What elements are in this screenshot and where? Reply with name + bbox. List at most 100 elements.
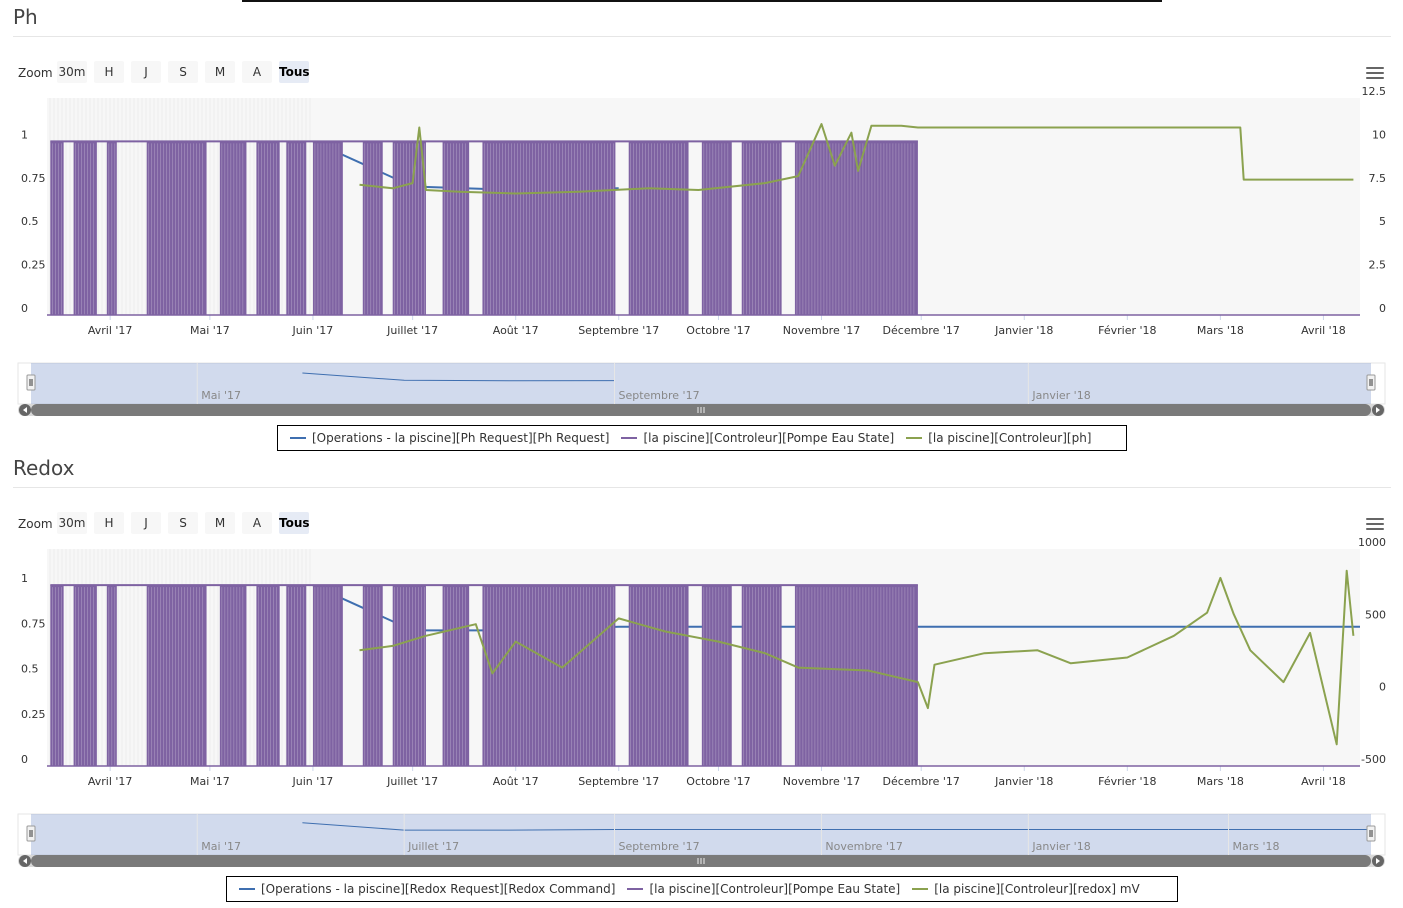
pump-on-block	[146, 585, 207, 766]
x-tick-label: Juillet '17	[386, 324, 438, 337]
navigator-label: Novembre '17	[825, 840, 903, 853]
ph-chart-panel: Ph Zoom 30m H J S M A Tous Avril '17 Mai '17 Jui…	[0, 0, 1403, 451]
x-tick-label: Octobre '17	[686, 324, 750, 337]
x-tick-label: Mai '17	[190, 775, 230, 788]
x-tick-label: Mai '17	[190, 324, 230, 337]
legend-item[interactable]: [la piscine][Controleur][redox] mV	[912, 882, 1140, 896]
legend-swatch-icon	[290, 437, 306, 439]
navigator-right-handle[interactable]	[1366, 374, 1376, 391]
pump-on-block	[442, 141, 470, 315]
y-right-tick-label: 2.5	[1369, 259, 1387, 272]
legend-item[interactable]: [la piscine][Controleur][Pompe Eau State…	[621, 431, 894, 445]
x-tick-label: Novembre '17	[783, 775, 861, 788]
x-tick-label: Avril '17	[88, 324, 133, 337]
ph-chart-svg: Avril '17 Mai '17 Juin '17 Juillet '17 Août …	[17, 85, 1387, 416]
x-tick-label: Avril '18	[1301, 775, 1346, 788]
x-tick-label: Août '17	[493, 775, 539, 788]
x-tick-label: Juillet '17	[386, 775, 438, 788]
y-left-tick-label: 0.5	[21, 215, 39, 228]
y-right-tick-label: 5	[1379, 215, 1386, 228]
pump-on-block	[794, 585, 918, 766]
redox-chart-svg: Avril '17 Mai '17 Juin '17 Juillet '17 Août …	[17, 536, 1386, 867]
pump-on-block	[701, 141, 732, 315]
pump-on-block	[628, 585, 689, 766]
x-tick-label: Décembre '17	[883, 775, 960, 788]
x-tick-label: Février '18	[1098, 775, 1156, 788]
legend-label: [la piscine][Controleur][Pompe Eau State…	[649, 882, 901, 896]
scroll-right-arrow-icon[interactable]	[1372, 855, 1384, 867]
y-left-tick-label: 0.75	[21, 172, 46, 185]
pump-on-block	[701, 585, 732, 766]
x-tick-label: Octobre '17	[686, 775, 750, 788]
scroll-left-arrow-icon[interactable]	[19, 404, 31, 416]
y-left-tick-label: 1	[21, 572, 28, 585]
x-tick-label: Novembre '17	[783, 324, 861, 337]
navigator-label: Mai '17	[201, 840, 241, 853]
navigator-label: Juillet '17	[407, 840, 459, 853]
y-right-tick-label: 12.5	[1362, 85, 1387, 98]
legend-label: [la piscine][Controleur][Pompe Eau State…	[643, 431, 895, 445]
navigator-left-handle[interactable]	[26, 825, 36, 842]
legend-label: [la piscine][Controleur][ph]	[928, 431, 1092, 445]
pump-on-block	[442, 585, 470, 766]
x-tick-label: Janvier '18	[994, 775, 1053, 788]
pump-on-block	[794, 141, 918, 315]
x-tick-label: Juin '17	[292, 324, 334, 337]
legend-swatch-icon	[239, 888, 255, 890]
scroll-left-arrow-icon[interactable]	[19, 855, 31, 867]
y-right-tick-label: 1000	[1358, 536, 1386, 549]
legend: [Operations - la piscine][Redox Request]…	[226, 876, 1178, 902]
legend-item[interactable]: [Operations - la piscine][Redox Request]…	[239, 882, 615, 896]
y-left-tick-label: 1	[21, 128, 28, 141]
y-left-tick-label: 0.25	[21, 708, 46, 721]
legend-label: [Operations - la piscine][Ph Request][Ph…	[312, 431, 610, 445]
x-tick-label: Août '17	[493, 324, 539, 337]
y-right-tick-label: 0	[1379, 302, 1386, 315]
x-tick-label: Mars '18	[1197, 775, 1244, 788]
y-left-tick-label: 0	[21, 302, 28, 315]
x-tick-label: Septembre '17	[578, 775, 659, 788]
y-left-tick-label: 0.75	[21, 617, 46, 630]
y-right-tick-label: 7.5	[1369, 172, 1387, 185]
x-tick-label: Avril '18	[1301, 324, 1346, 337]
x-tick-label: Septembre '17	[578, 324, 659, 337]
navigator-label: Janvier '18	[1031, 840, 1090, 853]
navigator-right-handle[interactable]	[1366, 825, 1376, 842]
legend-item[interactable]: [la piscine][Controleur][Pompe Eau State…	[627, 882, 900, 896]
pump-on-block	[219, 141, 247, 315]
legend-swatch-icon	[912, 888, 929, 890]
navigator-label: Mai '17	[201, 389, 241, 402]
y-left-tick-label: 0	[21, 753, 28, 766]
x-tick-label: Décembre '17	[883, 324, 960, 337]
legend-item[interactable]: [la piscine][Controleur][ph]	[906, 431, 1092, 445]
legend-swatch-icon	[627, 888, 644, 890]
pump-on-block	[628, 141, 689, 315]
x-tick-label: Janvier '18	[994, 324, 1053, 337]
pump-on-block	[312, 585, 343, 766]
legend: [Operations - la piscine][Ph Request][Ph…	[277, 425, 1127, 451]
x-tick-label: Juin '17	[292, 775, 334, 788]
navigator-left-handle[interactable]	[26, 374, 36, 391]
pump-on-block	[146, 141, 207, 315]
x-tick-label: Février '18	[1098, 324, 1156, 337]
x-tick-label: Avril '17	[88, 775, 133, 788]
y-right-tick-label: -500	[1361, 753, 1386, 766]
legend-item[interactable]: [Operations - la piscine][Ph Request][Ph…	[290, 431, 609, 445]
legend-label: [la piscine][Controleur][redox] mV	[934, 882, 1140, 896]
legend-swatch-icon	[906, 437, 923, 439]
redox-chart-panel: Redox Zoom 30m H J S M A Tous Avril '17 Mai '17…	[0, 451, 1403, 902]
pump-on-block	[312, 141, 343, 315]
y-right-tick-label: 500	[1365, 608, 1386, 621]
legend-label: [Operations - la piscine][Redox Request]…	[261, 882, 616, 896]
navigator-label: Janvier '18	[1031, 389, 1090, 402]
y-left-tick-label: 0.5	[21, 663, 39, 676]
pump-on-block	[219, 585, 247, 766]
scroll-right-arrow-icon[interactable]	[1372, 404, 1384, 416]
x-tick-label: Mars '18	[1197, 324, 1244, 337]
navigator-label: Septembre '17	[618, 840, 699, 853]
legend-swatch-icon	[621, 437, 638, 439]
y-right-tick-label: 10	[1372, 128, 1386, 141]
navigator-label: Septembre '17	[618, 389, 699, 402]
y-left-tick-label: 0.25	[21, 259, 46, 272]
navigator-label: Mars '18	[1233, 840, 1280, 853]
